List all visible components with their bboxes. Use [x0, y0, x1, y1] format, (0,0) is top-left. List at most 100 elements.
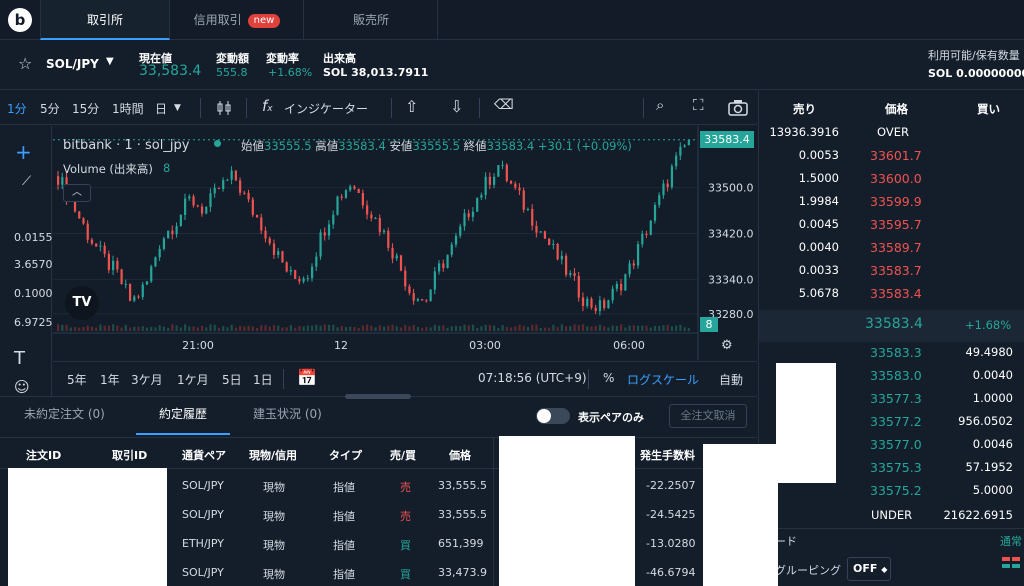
candle-body: [628, 263, 631, 275]
percent-toggle[interactable]: %: [603, 371, 614, 385]
candle-body: [357, 188, 360, 193]
ask-qty: 0.0053: [798, 148, 839, 162]
auto-scale-toggle[interactable]: 自動: [719, 371, 743, 388]
range-1d[interactable]: 1日: [253, 371, 273, 388]
candle-body: [205, 206, 208, 214]
range-3m[interactable]: 3ケ月: [131, 371, 163, 388]
volume-study-label: Volume (出来高): [63, 162, 153, 176]
pair-only-label: 表示ペアのみ: [578, 411, 644, 424]
volume-bar: [412, 324, 415, 331]
chart-range-toolbar: 5年 1年 3ケ月 1ケ月 5日 1日 📅 07:18:56 (UTC+9) %…: [53, 361, 757, 394]
range-1y[interactable]: 1年: [100, 371, 120, 388]
fullscreen-icon[interactable]: ⛶: [693, 96, 704, 114]
pair-selector[interactable]: SOL/JPY: [46, 57, 99, 71]
fx-icon[interactable]: fx: [262, 97, 273, 115]
mode-value[interactable]: 通常: [1000, 533, 1022, 549]
candle-body: [442, 263, 445, 269]
crosshair-icon[interactable]: +: [15, 140, 32, 164]
current-price: 33,583.4: [139, 63, 202, 79]
interval-1h[interactable]: 1時間: [112, 100, 144, 117]
tradingview-logo[interactable]: TV: [65, 286, 99, 320]
star-icon[interactable]: ☆: [18, 54, 32, 73]
range-5d[interactable]: 5日: [222, 371, 242, 388]
settings-icon[interactable]: ⚙: [721, 338, 733, 353]
zoom-icon[interactable]: ⌕: [656, 96, 664, 114]
ask-row[interactable]: 1.5000 33600.0: [759, 167, 1024, 190]
grouping-select[interactable]: OFF ◆: [847, 557, 891, 581]
indicators-button[interactable]: インジケーター: [284, 100, 368, 117]
collapse-legend-button[interactable]: ︿: [63, 184, 91, 202]
upload-icon[interactable]: ⇧: [405, 97, 418, 116]
candle-body: [514, 183, 517, 188]
price-chart[interactable]: 33500.0 33420.0 33340.0 33280.0 21:00 12 03:00…: [53, 126, 757, 360]
layout-icon[interactable]: [1002, 557, 1020, 575]
ask-row[interactable]: 0.0033 33583.7: [759, 259, 1024, 282]
last-price-row: 33583.4 +1.68%: [759, 310, 1024, 342]
ask-row[interactable]: 0.0040 33589.7: [759, 236, 1024, 259]
tab-positions[interactable]: 建玉状況 (0): [253, 405, 322, 422]
tab-open-orders[interactable]: 未約定注文 (0): [24, 405, 105, 422]
text-tool-icon[interactable]: T: [14, 348, 25, 369]
bid-qty: 49.4980: [965, 345, 1013, 359]
volume-bar: [69, 327, 72, 331]
ask-row[interactable]: 0.0053 33601.7: [759, 144, 1024, 167]
line-tool-icon[interactable]: ⟋: [22, 174, 31, 189]
ohlc-legend: 始値33555.5 高値33583.4 安値33555.5 終値33583.4 …: [241, 138, 632, 154]
volume-bar: [116, 325, 119, 331]
col-price: 価格: [449, 449, 471, 462]
eraser-icon[interactable]: ⌫: [494, 97, 514, 113]
tab-retail[interactable]: 販売所: [305, 0, 438, 40]
last-price-tag: 33583.4: [700, 131, 754, 148]
candle-body: [484, 176, 487, 195]
log-scale-toggle[interactable]: ログスケール: [627, 371, 699, 388]
bitbank-logo[interactable]: b: [8, 8, 32, 32]
candle-body: [412, 293, 415, 301]
candle-body: [175, 225, 178, 235]
candle-body: [251, 199, 254, 215]
range-5y[interactable]: 5年: [67, 371, 87, 388]
candle-body: [306, 278, 309, 280]
interval-15m[interactable]: 15分: [72, 100, 99, 117]
camera-icon[interactable]: [727, 99, 749, 117]
interval-chevron-icon[interactable]: ▼: [174, 103, 181, 113]
volume-bar: [281, 327, 284, 331]
volume-bar: [615, 325, 618, 331]
volume-bar: [645, 325, 648, 331]
volume-bar: [239, 325, 242, 331]
volume-bar: [150, 326, 153, 331]
candle-body: [509, 180, 513, 184]
chevron-down-icon[interactable]: ▼: [106, 56, 114, 67]
grouping-value: OFF: [853, 562, 878, 575]
download-icon[interactable]: ⇩: [450, 97, 463, 116]
candle-body: [611, 288, 614, 301]
calendar-icon[interactable]: 📅: [297, 368, 317, 387]
clock-time[interactable]: 07:18:56 (UTC+9): [478, 371, 587, 385]
ask-row[interactable]: 1.9984 33599.9: [759, 190, 1024, 213]
cancel-all-button[interactable]: 全注文取消: [669, 404, 747, 428]
ask-price: 33595.7: [870, 217, 922, 232]
x-tick-label: 06:00: [613, 339, 645, 352]
ask-row[interactable]: 0.0045 33595.7: [759, 213, 1024, 236]
tab-margin[interactable]: 信用取引 new: [171, 0, 304, 40]
interval-day[interactable]: 日: [155, 100, 167, 117]
chart-canvas[interactable]: 33500.033420.033340.033280.021:00 12 03:00…: [53, 126, 757, 360]
tab-trade-history[interactable]: 約定履歴: [159, 405, 207, 422]
tab-exchange[interactable]: 取引所: [40, 0, 170, 40]
more-tools-icon[interactable]: ☺: [14, 378, 30, 396]
resize-handle[interactable]: [345, 394, 411, 399]
volume-bar: [289, 325, 293, 331]
candles-icon[interactable]: [215, 99, 233, 117]
interval-1m[interactable]: 1分: [7, 100, 27, 117]
candle-body: [433, 271, 436, 290]
bid-row[interactable]: 33583.3 49.4980: [759, 341, 1024, 364]
range-1m[interactable]: 1ケ月: [177, 371, 209, 388]
candle-body: [548, 238, 551, 245]
interval-5m[interactable]: 5分: [40, 100, 60, 117]
ask-row[interactable]: 5.0678 33583.4: [759, 282, 1024, 305]
x-tick-label: 21:00: [182, 339, 214, 352]
pair-only-toggle[interactable]: [536, 408, 570, 424]
candle-body: [378, 217, 381, 233]
bid-price: 33583.3: [870, 345, 922, 360]
volume-bar: [488, 324, 491, 331]
candle-body: [463, 213, 466, 227]
